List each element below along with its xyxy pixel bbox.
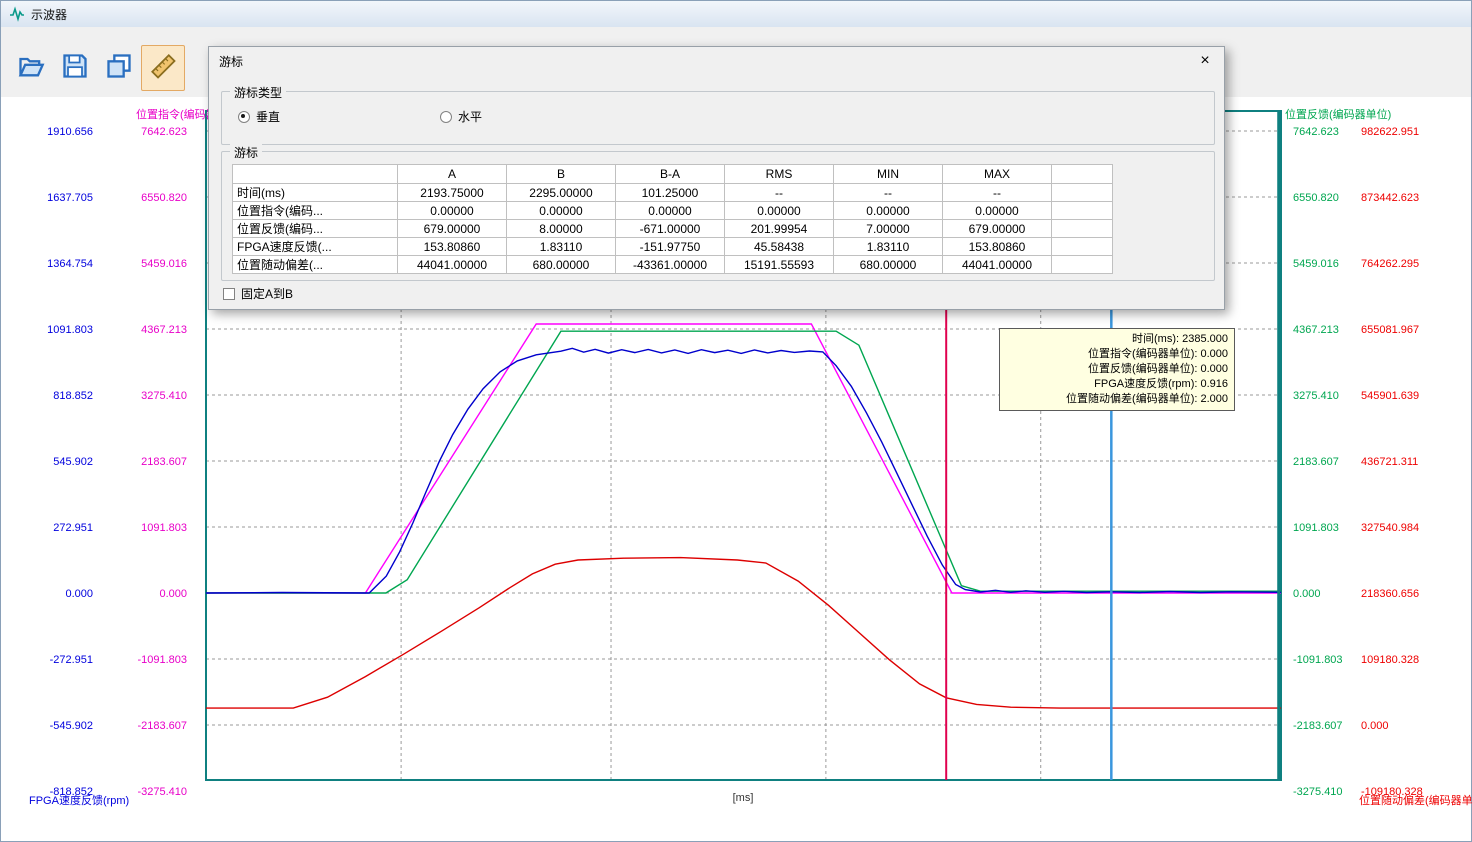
row-label: 位置随动偏差(... (233, 256, 398, 274)
table-header: A (398, 165, 507, 184)
export-button[interactable] (97, 45, 141, 91)
cell-value: 1.83110 (507, 238, 616, 256)
row-label: 位置指令(编码... (233, 202, 398, 220)
tooltip-line: FPGA速度反馈(rpm): 0.916 (1006, 377, 1228, 392)
cell-value: 1.83110 (834, 238, 943, 256)
save-icon (61, 52, 89, 85)
cell-value: 8.00000 (507, 220, 616, 238)
cell-empty (1052, 256, 1113, 274)
chart-tooltip: 时间(ms): 2385.000 位置指令(编码器单位): 0.000 位置反馈… (999, 328, 1235, 411)
checkbox-label: 固定A到B (241, 285, 293, 302)
cell-value: 0.00000 (943, 202, 1052, 220)
cell-value: 0.00000 (834, 202, 943, 220)
radio-horizontal[interactable]: 水平 (440, 108, 482, 125)
radio-icon[interactable] (238, 111, 250, 123)
row-label: FPGA速度反馈(... (233, 238, 398, 256)
table-header (233, 165, 398, 184)
cursor-type-group: 游标类型 垂直 水平 (221, 91, 1215, 145)
group-label: 游标类型 (230, 84, 286, 101)
cell-value: 680.00000 (834, 256, 943, 274)
row-label: 位置反馈(编码... (233, 220, 398, 238)
open-button[interactable] (9, 45, 53, 91)
cell-empty (1052, 220, 1113, 238)
save-button[interactable] (53, 45, 97, 91)
cell-value: -671.00000 (616, 220, 725, 238)
tooltip-line: 时间(ms): 2385.000 (1006, 332, 1228, 347)
table-row: 位置反馈(编码...679.000008.00000-671.00000201.… (233, 220, 1113, 238)
table-row: 位置指令(编码...0.000000.000000.000000.000000.… (233, 202, 1113, 220)
cell-value: 45.58438 (725, 238, 834, 256)
cell-value: -- (725, 184, 834, 202)
table-header (1052, 165, 1113, 184)
table-header: B (507, 165, 616, 184)
table-row: FPGA速度反馈(...153.808601.83110-151.9775045… (233, 238, 1113, 256)
checkbox-icon[interactable] (223, 288, 235, 300)
close-icon[interactable]: × (1194, 51, 1216, 71)
radio-label: 水平 (458, 108, 482, 125)
cell-value: 680.00000 (507, 256, 616, 274)
cell-value: 0.00000 (616, 202, 725, 220)
cell-value: 15191.55593 (725, 256, 834, 274)
row-label: 时间(ms) (233, 184, 398, 202)
table-header: MIN (834, 165, 943, 184)
cell-value: 679.00000 (398, 220, 507, 238)
cell-value: 153.80860 (943, 238, 1052, 256)
open-file-icon (17, 52, 45, 85)
cell-value: 2193.75000 (398, 184, 507, 202)
cell-value: -151.97750 (616, 238, 725, 256)
cell-value: 679.00000 (943, 220, 1052, 238)
cell-value: 153.80860 (398, 238, 507, 256)
cell-empty (1052, 202, 1113, 220)
cursor-dialog: 游标 × 游标类型 垂直 水平 游标 ABB-ARMSMINMAX时间(ms)2… (208, 46, 1225, 310)
cell-value: 2295.00000 (507, 184, 616, 202)
tooltip-line: 位置指令(编码器单位): 0.000 (1006, 347, 1228, 362)
cell-value: 7.00000 (834, 220, 943, 238)
tooltip-line: 位置反馈(编码器单位): 0.000 (1006, 362, 1228, 377)
cell-value: -- (834, 184, 943, 202)
fix-ab-checkbox[interactable]: 固定A到B (223, 285, 293, 302)
cell-value: 0.00000 (507, 202, 616, 220)
cell-value: 0.00000 (725, 202, 834, 220)
oscilloscope-window: 示波器 (0, 0, 1472, 842)
cell-value: 101.25000 (616, 184, 725, 202)
radio-label: 垂直 (256, 108, 280, 125)
tooltip-line: 位置随动偏差(编码器单位): 2.000 (1006, 392, 1228, 407)
cell-value: 44041.00000 (398, 256, 507, 274)
dialog-title: 游标 (219, 53, 243, 70)
radio-icon[interactable] (440, 111, 452, 123)
table-row: 位置随动偏差(...44041.00000680.00000-43361.000… (233, 256, 1113, 274)
table-header: RMS (725, 165, 834, 184)
copy-window-icon (105, 52, 133, 85)
cursor-table: ABB-ARMSMINMAX时间(ms)2193.750002295.00000… (232, 164, 1113, 274)
table-row: 时间(ms)2193.750002295.00000101.25000-----… (233, 184, 1113, 202)
cursor-values-group: 游标 ABB-ARMSMINMAX时间(ms)2193.750002295.00… (221, 151, 1215, 281)
cell-value: -- (943, 184, 1052, 202)
cell-value: -43361.00000 (616, 256, 725, 274)
group-label: 游标 (230, 144, 262, 161)
cursor-measure-button[interactable] (141, 45, 185, 91)
cell-empty (1052, 184, 1113, 202)
radio-vertical[interactable]: 垂直 (238, 108, 280, 125)
waveform-icon (9, 6, 25, 22)
table-header: MAX (943, 165, 1052, 184)
cell-value: 201.99954 (725, 220, 834, 238)
cell-empty (1052, 238, 1113, 256)
table-header: B-A (616, 165, 725, 184)
cell-value: 0.00000 (398, 202, 507, 220)
cell-value: 44041.00000 (943, 256, 1052, 274)
window-title: 示波器 (31, 6, 67, 23)
titlebar: 示波器 (1, 1, 1471, 28)
ruler-icon (149, 52, 177, 85)
